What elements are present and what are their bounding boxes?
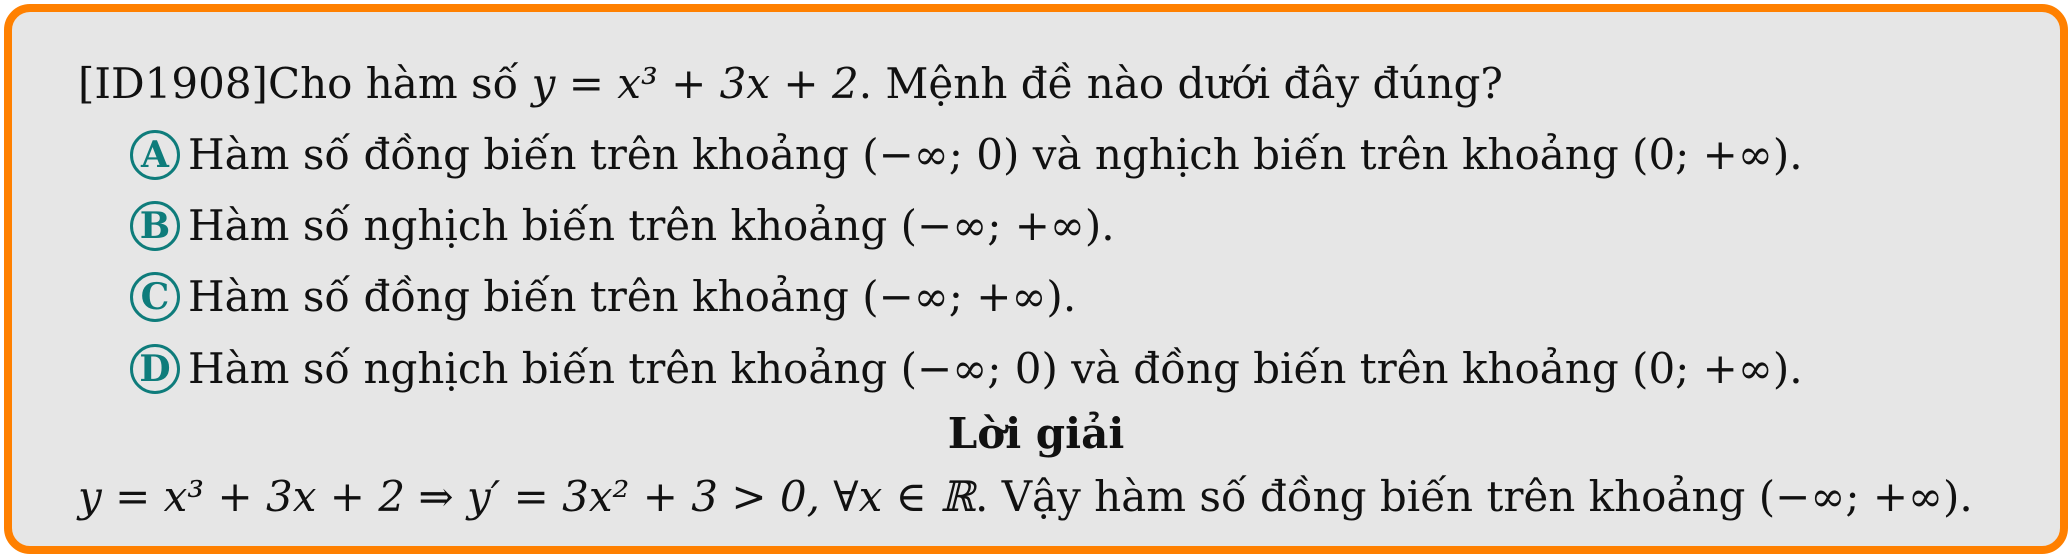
option-a-badge[interactable]: A bbox=[130, 130, 180, 180]
option-a[interactable]: A Hàm số đồng biến trên khoảng (−∞; 0) v… bbox=[130, 129, 1803, 181]
function-expression: y = x³ + 3x + 2 bbox=[531, 59, 859, 108]
option-b[interactable]: B Hàm số nghịch biến trên khoảng (−∞; +∞… bbox=[130, 200, 1115, 252]
option-c-badge[interactable]: C bbox=[130, 272, 180, 322]
question-id: [ID1908] bbox=[78, 59, 268, 108]
question-stem-suffix: . Mệnh đề nào dưới đây đúng? bbox=[858, 59, 1503, 108]
question-stem-prefix: Cho hàm số bbox=[267, 59, 532, 108]
option-a-text: Hàm số đồng biến trên khoảng (−∞; 0) và … bbox=[188, 130, 1803, 179]
option-b-badge[interactable]: B bbox=[130, 201, 180, 251]
option-b-text: Hàm số nghịch biến trên khoảng (−∞; +∞). bbox=[188, 201, 1115, 250]
solution-title: Lời giải bbox=[947, 409, 1125, 458]
option-d[interactable]: D Hàm số nghịch biến trên khoảng (−∞; 0)… bbox=[130, 343, 1803, 395]
option-c-text: Hàm số đồng biến trên khoảng (−∞; +∞). bbox=[188, 272, 1077, 321]
option-c[interactable]: C Hàm số đồng biến trên khoảng (−∞; +∞). bbox=[130, 271, 1076, 323]
solution-text: y = x³ + 3x + 2 ⇒ y′ = 3x² + 3 > 0, ∀x ∈… bbox=[78, 471, 1973, 523]
option-d-badge[interactable]: D bbox=[130, 344, 180, 394]
solution-conclusion: . Vậy hàm số đồng biến trên khoảng (−∞; … bbox=[975, 472, 1973, 521]
question-card: [ID1908]Cho hàm số y = x³ + 3x + 2. Mệnh… bbox=[4, 4, 2068, 554]
question-stem: [ID1908]Cho hàm số y = x³ + 3x + 2. Mệnh… bbox=[78, 58, 1503, 110]
solution-math: y = x³ + 3x + 2 ⇒ y′ = 3x² + 3 > 0, ∀x ∈… bbox=[78, 472, 976, 521]
option-d-text: Hàm số nghịch biến trên khoảng (−∞; 0) v… bbox=[188, 344, 1803, 393]
